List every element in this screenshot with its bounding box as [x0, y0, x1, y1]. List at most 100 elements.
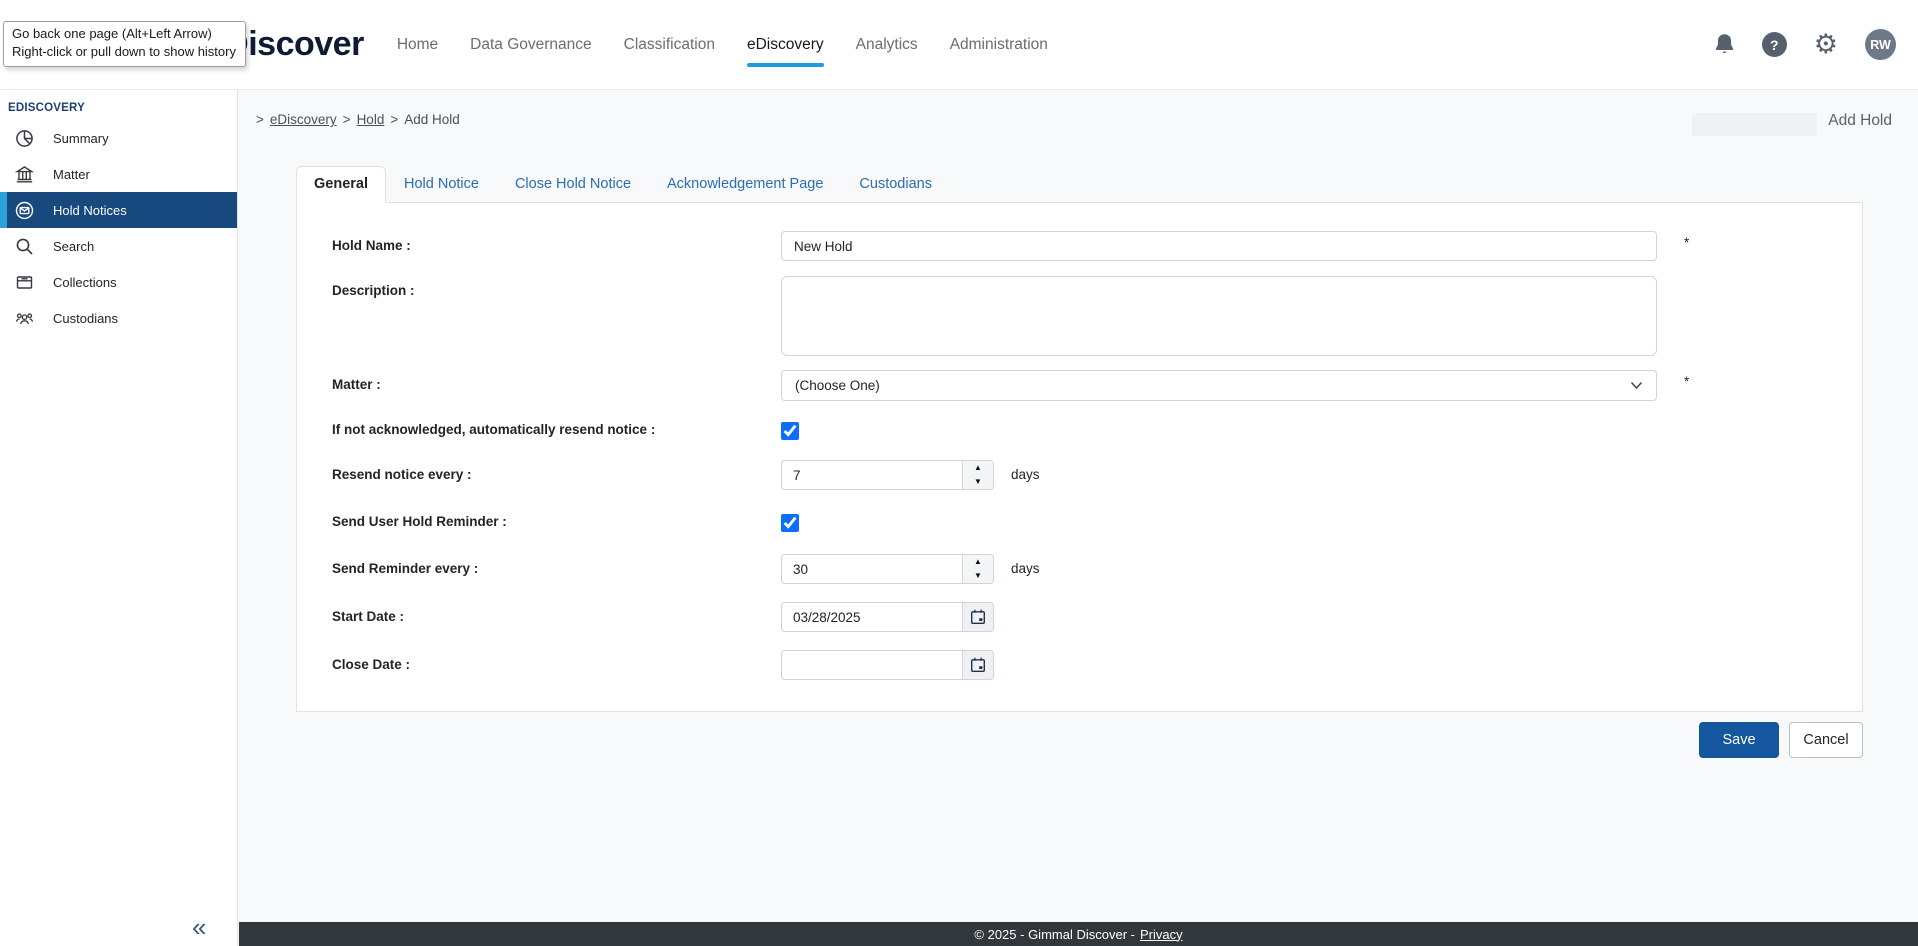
resend-every-stepper: ▲ ▼: [781, 460, 994, 490]
form-row-start-date: Start Date :: [297, 602, 1862, 632]
form-row-auto-resend: If not acknowledged, automatically resen…: [297, 420, 1862, 442]
page-header: > eDiscovery > Hold > Add Hold Add Hold: [239, 90, 1918, 136]
sidebar-collapse-button[interactable]: «: [192, 914, 226, 946]
resend-every-input[interactable]: [782, 461, 962, 489]
spinner-up-icon[interactable]: ▲: [963, 461, 993, 475]
page-title: Add Hold: [1828, 112, 1892, 130]
close-date-input[interactable]: [782, 651, 962, 679]
nav-item-data-governance[interactable]: Data Governance: [470, 36, 592, 54]
tab-general[interactable]: General: [296, 166, 386, 203]
notifications-bell-icon[interactable]: [1714, 33, 1735, 56]
cancel-button[interactable]: Cancel: [1789, 722, 1863, 758]
breadcrumb-separator: >: [256, 112, 264, 127]
matter-label: Matter :: [297, 370, 781, 392]
footer-copyright: © 2025 - Gimmal Discover -: [974, 927, 1135, 942]
archive-box-icon: [15, 273, 34, 292]
sidebar-item-search[interactable]: Search: [0, 228, 237, 264]
sidebar-item-matter[interactable]: Matter: [0, 156, 237, 192]
form-row-reminder-every: Send Reminder every : ▲ ▼ days: [297, 554, 1862, 584]
help-icon[interactable]: ?: [1762, 32, 1787, 57]
sidebar-item-label: Search: [53, 239, 94, 254]
breadcrumb-separator: >: [390, 112, 398, 127]
bank-icon: [15, 165, 34, 184]
sidebar-item-custodians[interactable]: Custodians: [0, 300, 237, 336]
spinner-up-icon[interactable]: ▲: [963, 555, 993, 569]
tab-acknowledgement-page[interactable]: Acknowledgement Page: [649, 166, 841, 203]
nav-item-home[interactable]: Home: [397, 36, 438, 54]
footer: © 2025 - Gimmal Discover - Privacy: [239, 922, 1918, 946]
reminder-every-input[interactable]: [782, 555, 962, 583]
settings-gear-icon[interactable]: ⚙: [1814, 31, 1838, 58]
matter-select[interactable]: (Choose One): [781, 370, 1657, 401]
sidebar-item-label: Custodians: [53, 311, 118, 326]
auto-resend-checkbox[interactable]: [781, 422, 799, 440]
start-date-input[interactable]: [782, 603, 962, 631]
breadcrumb-separator: >: [343, 112, 351, 127]
save-button[interactable]: Save: [1699, 722, 1779, 758]
breadcrumb-link-ediscovery[interactable]: eDiscovery: [270, 112, 337, 127]
calendar-icon[interactable]: [962, 651, 993, 679]
breadcrumb-link-hold[interactable]: Hold: [357, 112, 385, 127]
sidebar-item-summary[interactable]: Summary: [0, 120, 237, 156]
people-icon: [15, 309, 34, 328]
form-actions: Save Cancel: [296, 722, 1863, 758]
pie-chart-icon: [15, 129, 34, 148]
app-root: ⚙ Gimmal Discover Home Data Governance C…: [0, 0, 1918, 946]
tab-bar: General Hold Notice Close Hold Notice Ac…: [296, 166, 1863, 203]
spinner-down-icon[interactable]: ▼: [963, 569, 993, 583]
nav-item-ediscovery[interactable]: eDiscovery: [747, 36, 824, 54]
header-placeholder-block: [1692, 113, 1817, 136]
chevron-down-icon: [1630, 381, 1643, 390]
nav-item-classification[interactable]: Classification: [624, 36, 715, 54]
spinner-down-icon[interactable]: ▼: [963, 475, 993, 489]
sidebar-item-hold-notices[interactable]: Hold Notices: [0, 192, 237, 228]
days-suffix: days: [1011, 460, 1040, 482]
add-hold-card: General Hold Notice Close Hold Notice Ac…: [296, 166, 1863, 712]
number-spinner: ▲ ▼: [962, 555, 993, 583]
tab-custodians[interactable]: Custodians: [841, 166, 950, 203]
general-tab-panel: Hold Name : * Description : Matter : (Ch…: [296, 203, 1863, 712]
browser-back-tooltip: Go back one page (Alt+Left Arrow) Right-…: [3, 21, 246, 67]
required-asterisk: *: [1684, 370, 1689, 389]
breadcrumb: > eDiscovery > Hold > Add Hold: [256, 112, 460, 127]
nav-item-administration[interactable]: Administration: [950, 36, 1048, 54]
top-navbar: ⚙ Gimmal Discover Home Data Governance C…: [0, 0, 1918, 90]
sidebar-item-label: Matter: [53, 167, 90, 182]
form-row-close-date: Close Date :: [297, 650, 1862, 680]
breadcrumb-current: Add Hold: [404, 112, 460, 127]
start-date-group: [781, 602, 994, 632]
tab-close-hold-notice[interactable]: Close Hold Notice: [497, 166, 649, 203]
close-date-group: [781, 650, 994, 680]
sidebar-item-label: Hold Notices: [53, 203, 127, 218]
privacy-link[interactable]: Privacy: [1140, 927, 1183, 942]
reminder-every-label: Send Reminder every :: [297, 554, 781, 576]
start-date-label: Start Date :: [297, 602, 781, 624]
tooltip-line-2: Right-click or pull down to show history: [12, 43, 236, 61]
hold-name-input[interactable]: [781, 231, 1657, 261]
tooltip-line-1: Go back one page (Alt+Left Arrow): [12, 25, 236, 43]
required-asterisk: *: [1684, 231, 1689, 250]
resend-every-label: Resend notice every :: [297, 460, 781, 482]
nav-item-analytics[interactable]: Analytics: [856, 36, 918, 54]
description-textarea[interactable]: [781, 276, 1657, 356]
envelope-circle-icon: [15, 201, 34, 220]
tab-hold-notice[interactable]: Hold Notice: [386, 166, 497, 203]
user-hold-reminder-checkbox[interactable]: [781, 514, 799, 532]
calendar-icon[interactable]: [962, 603, 993, 631]
auto-resend-label: If not acknowledged, automatically resen…: [297, 420, 781, 437]
sidebar-item-label: Summary: [53, 131, 109, 146]
main-content: > eDiscovery > Hold > Add Hold Add Hold …: [239, 90, 1918, 922]
sidebar-item-label: Collections: [53, 275, 117, 290]
user-avatar[interactable]: RW: [1865, 29, 1896, 60]
form-row-user-hold-reminder: Send User Hold Reminder :: [297, 512, 1862, 534]
sidebar-item-collections[interactable]: Collections: [0, 264, 237, 300]
days-suffix: days: [1011, 554, 1040, 576]
topbar-icons: ? ⚙ RW: [1714, 29, 1896, 60]
sidebar: EDISCOVERY Summary Matter: [0, 90, 238, 946]
number-spinner: ▲ ▼: [962, 461, 993, 489]
reminder-every-stepper: ▲ ▼: [781, 554, 994, 584]
form-row-hold-name: Hold Name : *: [297, 231, 1862, 261]
close-date-label: Close Date :: [297, 650, 781, 672]
user-hold-reminder-label: Send User Hold Reminder :: [297, 512, 781, 529]
search-icon: [15, 237, 34, 256]
